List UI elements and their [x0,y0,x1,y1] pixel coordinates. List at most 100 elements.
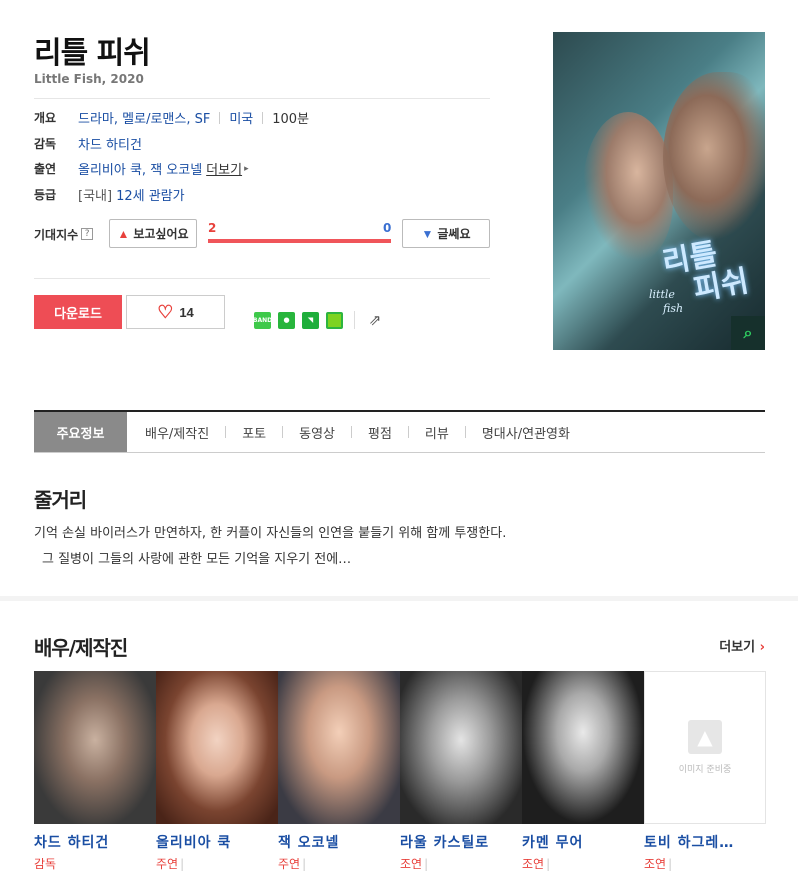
tab-bar: 주요정보 배우/제작진 포토 동영상 평점 리뷰 명대사/연관영화 [34,410,765,453]
share-bar: BAND ● ◥ ⇗ [253,311,384,329]
divider: | [668,857,673,871]
poster-figure [663,72,765,242]
talk-share-icon[interactable]: ● [278,311,295,329]
plot-heading: 줄거리 [34,488,87,512]
cast-photo[interactable] [400,671,522,824]
cast-name[interactable]: 카멘 무어 [522,832,644,852]
cast-name[interactable]: 잭 오코넬 [278,832,400,852]
bookmark-share-icon[interactable]: ◥ [302,311,319,329]
thumbs-up-icon: ▲ [117,226,130,241]
cast-item[interactable]: 올리비아 쿡 주연 | [156,671,278,872]
cast-more-label: 더보기 [719,640,756,655]
cast-photo[interactable] [522,671,644,824]
cast-item[interactable]: 라울 카스틸로 조연 | [400,671,522,872]
overview-label: 개요 [34,111,57,125]
like-count: 14 [179,304,194,320]
like-button[interactable]: ♡ 14 [126,295,225,329]
cast-role: 주연 | [278,855,400,872]
tab-cast-crew[interactable]: 배우/제작진 [129,412,225,452]
cast-role-label: 조연 [400,857,423,871]
section-divider [0,596,798,601]
cast-role: 감독 [34,855,156,872]
cast-name[interactable]: 차드 하티건 [34,832,156,852]
cast-name[interactable]: 라울 카스틸로 [400,832,522,852]
chevron-right-icon: ▸ [244,163,249,174]
not-sure-label: 글쎄요 [437,227,471,241]
cast-role-label: 조연 [522,857,545,871]
divider [34,278,490,279]
cast-role-label: 감독 [34,857,57,871]
cast-heading: 배우/제작진 [34,636,128,660]
poster-sub-line: fish [663,302,684,316]
tab-video[interactable]: 동영상 [283,412,351,452]
cast-item[interactable]: ▲ 이미지 준비중 토비 하그레… 조연 | [644,671,766,872]
cast-more-link[interactable]: 더보기 [206,159,242,178]
zoom-icon[interactable]: ⌕ [731,316,765,350]
genre-link[interactable]: 드라마, 멜로/로맨스, SF [78,108,210,127]
no-image-text: 이미지 준비중 [678,765,732,775]
divider: | [546,857,551,871]
movie-title: 리틀 피쉬 [34,36,151,71]
cast-photo[interactable] [278,671,400,824]
download-button[interactable]: 다운로드 [34,295,122,329]
divider: | [302,857,307,871]
cast-role-label: 주연 [156,857,179,871]
poster-sub-line: little [649,288,675,301]
rating-region: [국내] [78,189,113,204]
divider: | [180,857,185,871]
cast-item[interactable]: 차드 하티건 감독 [34,671,156,872]
expectation-index: 기대지수 ? [34,220,94,248]
cast-name[interactable]: 토비 하그레… [644,832,766,852]
not-sure-button[interactable]: ▼ 글쎄요 [402,219,490,248]
cast-item[interactable]: 잭 오코넬 주연 | [278,671,400,872]
tab-review[interactable]: 리뷰 [409,412,465,452]
cast-photo[interactable] [34,671,156,824]
want-to-see-button[interactable]: ▲ 보고싶어요 [109,219,197,248]
tab-photo[interactable]: 포토 [226,412,282,452]
poster-subtitle: little fish [649,288,683,317]
memo-share-icon[interactable] [326,311,343,329]
poster-figure [583,112,673,262]
country-link[interactable]: 미국 [229,108,253,127]
tab-main-info[interactable]: 주요정보 [34,412,127,452]
expectation-label: 기대지수 [34,227,79,242]
cast-list: 차드 하티건 감독 올리비아 쿡 주연 | 잭 오코넬 주연 | 라울 카스틸로 조… [34,671,766,872]
divider [219,111,221,124]
person-placeholder-icon: ▲ [688,720,722,754]
cast-link[interactable]: 올리비아 쿡, 잭 오코넬 [78,159,202,178]
divider [354,311,355,329]
cast-name[interactable]: 올리비아 쿡 [156,832,278,852]
tab-rating[interactable]: 평점 [352,412,408,452]
tab-quotes-related[interactable]: 명대사/연관영화 [466,412,586,452]
cast-role: 조연 | [522,855,644,872]
want-to-see-label: 보고싶어요 [133,227,189,241]
divider [34,98,490,99]
divider: | [424,857,429,871]
director-link[interactable]: 차드 하티건 [78,134,142,153]
runtime: 100분 [272,112,310,127]
info-rating-row: 등급 [국내] 12세 관람가 [34,185,185,204]
cast-photo-placeholder[interactable]: ▲ 이미지 준비중 [644,671,766,824]
info-overview-row: 개요 드라마, 멜로/로맨스, SF 미국 100분 [34,108,309,127]
director-label: 감독 [34,137,57,151]
want-count: 2 [208,221,217,235]
movie-subtitle: Little Fish, 2020 [34,72,144,86]
divider [262,111,264,124]
help-icon[interactable]: ? [81,228,94,240]
cast-role-label: 주연 [278,857,301,871]
share-icon[interactable]: ⇗ [366,311,384,329]
chevron-right-icon: › [759,640,765,655]
info-director-row: 감독 차드 하티건 [34,134,142,153]
rating-link[interactable]: 12세 관람가 [116,185,185,204]
cast-role: 주연 | [156,855,278,872]
cast-more-link[interactable]: 더보기 › [719,636,765,655]
band-share-icon[interactable]: BAND [253,311,272,329]
plot-text: 기억 손실 바이러스가 만연하자, 한 커플이 자신들의 인연을 붙들기 위해 … [34,526,507,541]
thumbs-down-icon: ▼ [421,226,434,241]
movie-poster[interactable]: 리틀 피쉬 little fish ⌕ [553,32,765,350]
cast-photo[interactable] [156,671,278,824]
rating-label: 등급 [34,188,57,202]
cast-role: 조연 | [400,855,522,872]
expectation-gauge [208,239,391,243]
cast-item[interactable]: 카멘 무어 조연 | [522,671,644,872]
